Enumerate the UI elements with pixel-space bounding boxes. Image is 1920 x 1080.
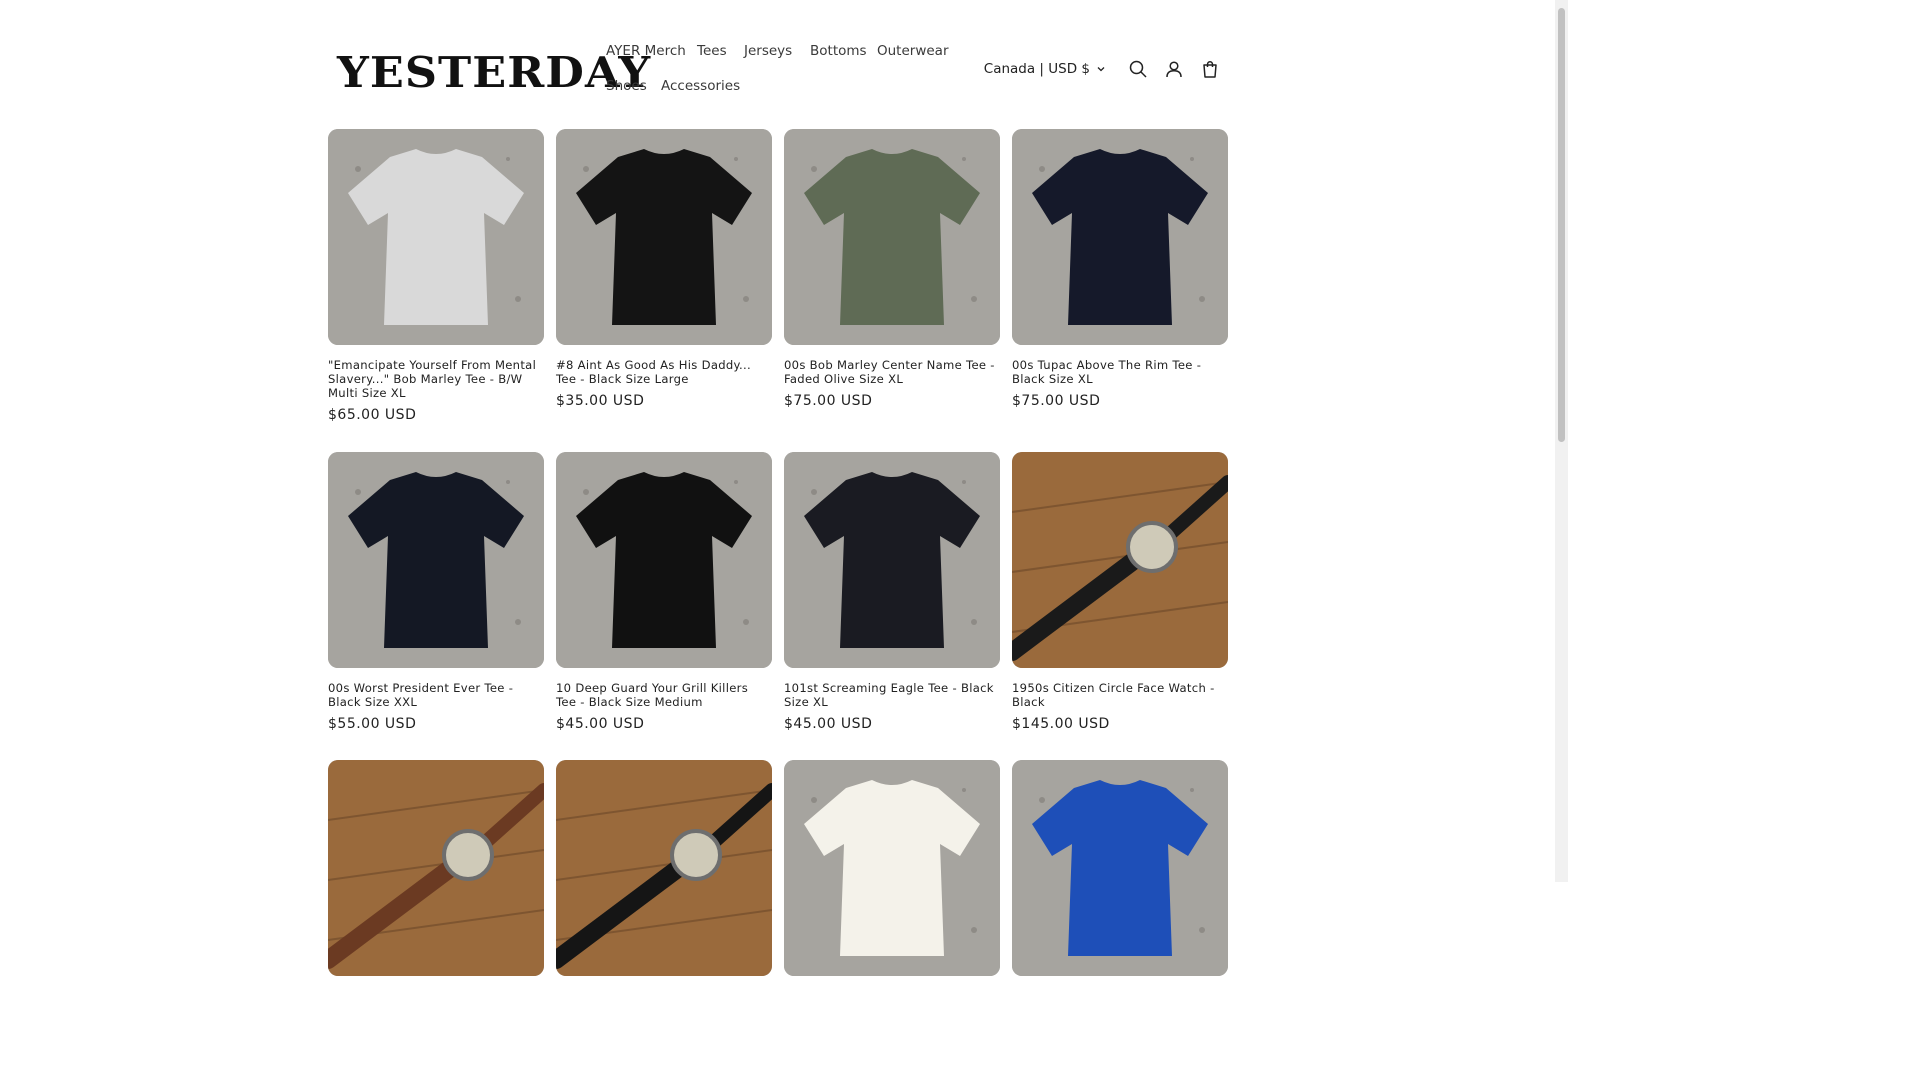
- chevron-down-icon: [1097, 67, 1105, 72]
- product-image[interactable]: [1012, 452, 1228, 668]
- product-card[interactable]: 00s Worst President Ever Tee - Black Siz…: [328, 452, 544, 732]
- nav-item-shoes[interactable]: Shoes: [606, 78, 647, 94]
- product-image[interactable]: [556, 129, 772, 345]
- product-card[interactable]: 1950s Citizen Circle Face Watch - Black …: [1012, 452, 1228, 732]
- scrollbar-thumb[interactable]: [1558, 8, 1565, 442]
- product-image[interactable]: [556, 452, 772, 668]
- product-title[interactable]: 1950s Citizen Circle Face Watch - Black: [1012, 681, 1228, 709]
- search-icon: [1129, 60, 1147, 78]
- product-price: $145.00 USD: [1012, 716, 1110, 732]
- product-price: $65.00 USD: [328, 407, 417, 423]
- product-card[interactable]: #8 Aint As Good As His Daddy... Tee - Bl…: [556, 129, 772, 409]
- product-title[interactable]: 00s Tupac Above The Rim Tee - Black Size…: [1012, 358, 1228, 386]
- product-image[interactable]: [1012, 129, 1228, 345]
- product-title[interactable]: 00s Worst President Ever Tee - Black Siz…: [328, 681, 544, 709]
- product-title[interactable]: #8 Aint As Good As His Daddy... Tee - Bl…: [556, 358, 772, 386]
- product-image[interactable]: [784, 129, 1000, 345]
- product-price: $45.00 USD: [556, 716, 645, 732]
- product-card[interactable]: [556, 760, 772, 976]
- product-image[interactable]: [1012, 760, 1228, 976]
- nav-item-jerseys[interactable]: Jerseys: [744, 43, 792, 59]
- product-image[interactable]: [328, 452, 544, 668]
- locale-label: Canada | USD $: [983, 61, 1090, 77]
- product-price: $75.00 USD: [784, 393, 873, 409]
- product-card[interactable]: 00s Tupac Above The Rim Tee - Black Size…: [1012, 129, 1228, 409]
- product-title[interactable]: 10 Deep Guard Your Grill Killers Tee - B…: [556, 681, 772, 709]
- nav-item-tees[interactable]: Tees: [697, 43, 727, 59]
- product-title[interactable]: "Emancipate Yourself From Mental Slavery…: [328, 358, 544, 400]
- product-image[interactable]: [784, 760, 1000, 976]
- account-button[interactable]: [1156, 57, 1192, 81]
- product-price: $55.00 USD: [328, 716, 417, 732]
- product-price: $45.00 USD: [784, 716, 873, 732]
- product-image[interactable]: [328, 129, 544, 345]
- product-card[interactable]: [328, 760, 544, 976]
- nav-item-ayer-merch[interactable]: AYER Merch: [606, 43, 686, 59]
- cart-button[interactable]: [1192, 57, 1228, 81]
- cart-icon: [1203, 61, 1217, 78]
- product-card[interactable]: 101st Screaming Eagle Tee - Black Size X…: [784, 452, 1000, 732]
- account-icon: [1166, 61, 1182, 78]
- store-logo[interactable]: YESTERDAY: [337, 48, 651, 97]
- product-title[interactable]: 101st Screaming Eagle Tee - Black Size X…: [784, 681, 1000, 709]
- product-card[interactable]: [1012, 760, 1228, 976]
- search-button[interactable]: [1120, 57, 1156, 81]
- nav-item-bottoms[interactable]: Bottoms: [810, 43, 867, 59]
- product-card[interactable]: 10 Deep Guard Your Grill Killers Tee - B…: [556, 452, 772, 732]
- product-card[interactable]: [784, 760, 1000, 976]
- product-card[interactable]: 00s Bob Marley Center Name Tee - Faded O…: [784, 129, 1000, 409]
- product-card[interactable]: "Emancipate Yourself From Mental Slavery…: [328, 129, 544, 423]
- product-image[interactable]: [556, 760, 772, 976]
- product-image[interactable]: [328, 760, 544, 976]
- product-title[interactable]: 00s Bob Marley Center Name Tee - Faded O…: [784, 358, 1000, 386]
- nav-item-accessories[interactable]: Accessories: [661, 78, 740, 94]
- product-price: $75.00 USD: [1012, 393, 1101, 409]
- product-price: $35.00 USD: [556, 393, 645, 409]
- site-header: YESTERDAY AYER Merch Tees Jerseys Bottom…: [328, 30, 1228, 106]
- product-image[interactable]: [784, 452, 1000, 668]
- page-scrollbar[interactable]: [1555, 0, 1568, 882]
- header-actions: Canada | USD $: [984, 57, 1228, 81]
- nav-item-outerwear[interactable]: Outerwear: [877, 43, 949, 59]
- country-currency-selector[interactable]: Canada | USD $: [984, 61, 1106, 77]
